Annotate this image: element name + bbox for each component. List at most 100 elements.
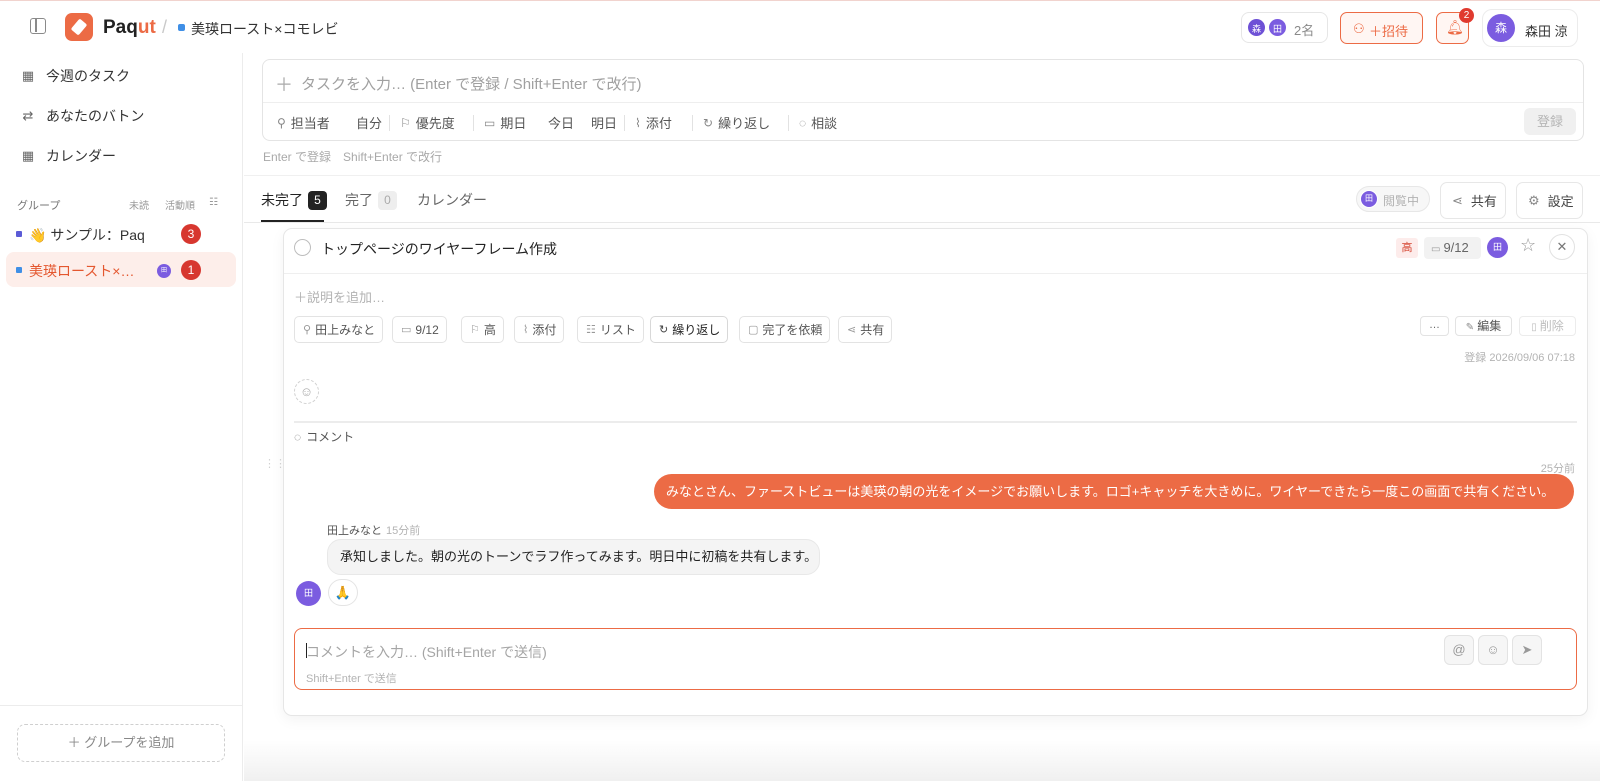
reaction-chip[interactable]: 🙏 [328,579,358,606]
send-button[interactable]: ➤ [1512,635,1542,665]
task-detail-panel: トップページのワイヤーフレーム作成 高 ▭ 9/12 田 ☆ ✕ ＋説明を追加… … [264,228,1588,716]
request-done-chip[interactable]: ▢ 完了を依頼 [739,316,831,343]
drag-handle-icon[interactable]: ⋮⋮ [264,457,286,470]
delete-button[interactable]: ▯ 削除 [1519,316,1576,336]
trash-icon: ▯ [1531,322,1537,333]
tab-count: 0 [378,190,397,210]
settings-label: 設定 [1547,194,1574,209]
due-chip[interactable]: ▭ 9/12 [392,316,447,343]
assignee-option[interactable]: ⚲ 担当者 [277,113,330,132]
pencil-icon: ✎ [1465,322,1475,333]
avatar: 田 [1487,237,1508,258]
chip-label: 完了を依頼 [762,323,823,337]
add-reaction-button[interactable]: ☺ [294,379,319,404]
tab-calendar[interactable]: カレンダー [417,190,487,210]
emoji-button[interactable]: ☺ [1478,635,1508,665]
notifications-button[interactable]: 🔔︎ 2 [1436,8,1474,44]
assignee-chip[interactable]: ⚲ 田上みなと [294,316,384,343]
calendar-icon: ▭ [1431,244,1441,255]
repeat-option[interactable]: ↻ 繰り返し [703,113,770,132]
flag-icon: ⚐ [400,115,411,130]
edit-button[interactable]: ✎ 編集 [1455,316,1512,336]
viewing-indicator: 田 閲覧中 [1356,186,1430,212]
emoji-icon: ☺ [1486,642,1500,657]
chip-label: 添付 [532,323,557,337]
group-color-dot [178,24,185,31]
sidebar-item-calendar[interactable]: ▦ カレンダー [20,145,116,167]
chip-label: 共有 [860,323,885,337]
avatar: 森 [1485,12,1517,44]
breadcrumb[interactable]: 美瑛ロースト×コモレビ [191,19,338,39]
sidebar-group-biei-roast[interactable]: 美瑛ロースト×… 田 1 [6,252,236,287]
sidebar-item-your-baton[interactable]: ⇄ あなたのバトン [20,105,145,127]
repeat-chip[interactable]: ↻ 繰り返し [650,316,729,343]
gear-icon: ⚙ [1528,192,1540,208]
app-brand: Paqut [103,17,156,39]
add-user-icon: ⚇ [1353,21,1365,36]
due-text: 9/12 [1443,240,1469,255]
divider [624,115,625,131]
option-label: 自分 [356,116,383,131]
plus-icon: ＋ [275,75,293,95]
avatar: 田 [1360,190,1378,208]
avatar: 田 [1267,17,1288,38]
sidebar-item-weekly-tasks[interactable]: ▦ 今週のタスク [20,65,130,87]
share-chip[interactable]: ⋖ 共有 [838,316,893,343]
chat-icon: ◌ [799,115,807,130]
sort-activity-button[interactable]: 活動順 [165,197,195,212]
tab-complete[interactable]: 完了 0 [345,190,397,210]
user-name: 森田 涼 [1525,24,1568,39]
star-icon[interactable]: ☆ [1520,235,1536,256]
clipboard-icon: ▢ [748,324,759,336]
attach-option[interactable]: ⌇ 添付 [635,113,672,132]
option-label: 今日 [548,116,575,131]
delete-label: 削除 [1539,319,1564,333]
calendar-icon: ▦ [21,148,35,163]
complete-checkbox[interactable] [294,239,311,256]
task-input[interactable]: タスクを入力… (Enter で登録 / Shift+Enter で改行) [301,73,641,94]
comment-input[interactable]: コメントを入力… (Shift+Enter で送信) Shift+Enter で… [294,628,1577,690]
tab-incomplete[interactable]: 未完了 5 [261,190,327,210]
group-label: 👋 サンプル：Paqu… [29,227,144,243]
sort-unread-button[interactable]: 未読 [129,197,149,212]
task-title[interactable]: トップページのワイヤーフレーム作成 [321,239,557,259]
add-group-button[interactable]: ＋ グループを追加 [17,724,225,762]
sidebar-toggle-icon[interactable] [30,18,46,34]
close-button[interactable]: ✕ [1549,234,1575,260]
paperclip-icon: ⌇ [635,115,641,130]
sidebar-group-sample[interactable]: 👋 サンプル：Paqu… 3 [6,216,236,251]
tab-count: 5 [308,190,327,210]
sidebar-item-label: カレンダー [46,148,116,164]
unread-badge: 1 [181,260,201,280]
share-button[interactable]: ⋖ 共有 [1440,182,1506,219]
group-color-dot [16,267,22,273]
mention-button[interactable]: @ [1444,635,1474,665]
app-logo-icon [65,13,93,41]
priority-chip[interactable]: ⚐ 高 [461,316,504,343]
brand-main-text: Paq [103,17,138,38]
user-menu[interactable]: 森 森田 涼 [1482,9,1578,47]
viewing-label: 閲覧中 [1383,194,1420,208]
list-view-icon[interactable]: ☷ [209,197,218,208]
self-option[interactable]: 自分 [356,113,382,132]
notification-badge: 2 [1459,8,1474,23]
chip-label: 繰り返し [672,323,721,337]
more-button[interactable]: … [1420,316,1449,336]
comment-hint: Shift+Enter で送信 [306,673,397,685]
due-option[interactable]: ▭ 期日 [484,113,526,132]
consult-option[interactable]: ◌ 相談 [799,113,837,132]
priority-option[interactable]: ⚐ 優先度 [400,113,455,132]
comments-heading-label: コメント [306,430,355,444]
register-button[interactable]: 登録 [1524,108,1576,135]
option-label: 明日 [591,116,618,131]
today-option[interactable]: 今日 [548,113,574,132]
members-button[interactable]: 森 田 2名 [1241,12,1328,43]
send-icon: ➤ [1521,642,1533,657]
attach-chip[interactable]: ⌇ 添付 [514,316,565,343]
invite-button[interactable]: ⚇ ＋招待 [1340,12,1423,44]
settings-button[interactable]: ⚙ 設定 [1516,182,1583,219]
comment-meta: 田上みなと 15分前 [327,522,420,538]
add-description-button[interactable]: ＋説明を追加… [294,287,385,306]
list-chip[interactable]: ☷ リスト [577,316,644,343]
tomorrow-option[interactable]: 明日 [591,113,617,132]
